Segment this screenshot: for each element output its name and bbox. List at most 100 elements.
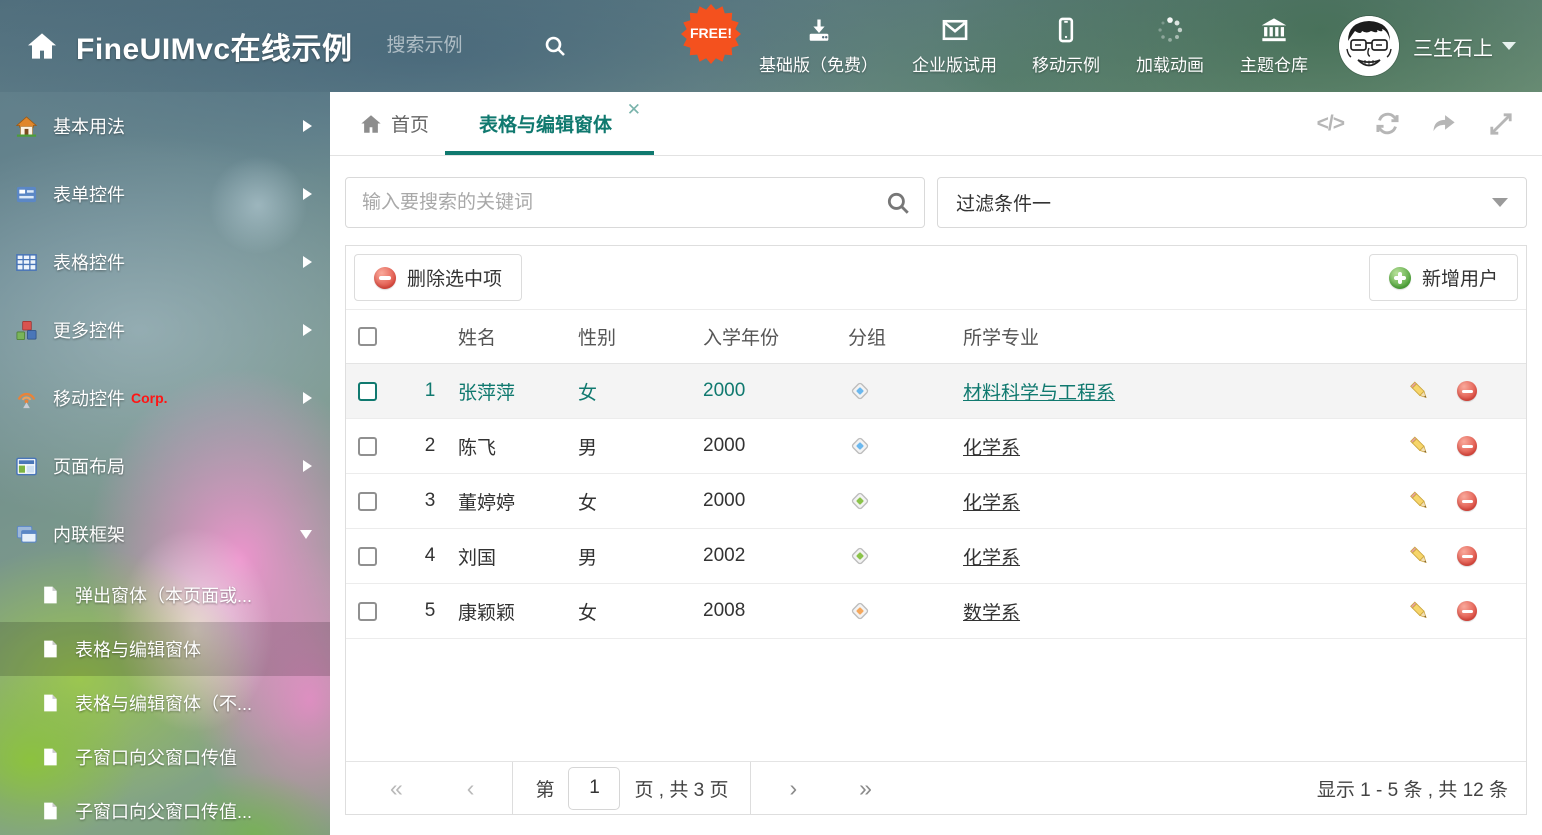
column-header-name: 姓名	[458, 323, 578, 350]
row-index: 3	[402, 490, 458, 512]
sidebar-subitem-grid-edit-window-2[interactable]: 表格与编辑窗体（不...	[0, 676, 330, 730]
row-index: 4	[402, 545, 458, 567]
first-page-button[interactable]: «	[390, 777, 401, 800]
link-label: 加载动画	[1136, 51, 1204, 76]
sidebar-subitem-label: 子窗口向父窗口传值	[75, 744, 237, 770]
sidebar-item-page-layout[interactable]: 页面布局	[0, 432, 330, 500]
fullscreen-icon[interactable]	[1488, 111, 1514, 137]
cell-year: 2000	[703, 380, 848, 402]
link-label: 移动示例	[1032, 51, 1100, 76]
tag-icon	[848, 544, 963, 568]
edit-icon[interactable]	[1408, 490, 1431, 513]
filter-dropdown[interactable]: 过滤条件一	[937, 177, 1527, 228]
search-icon[interactable]	[885, 190, 911, 216]
column-header-gender: 性别	[578, 323, 703, 350]
page-icon	[40, 801, 60, 821]
spinner-icon	[1155, 16, 1185, 44]
tag-icon	[848, 489, 963, 513]
edit-icon[interactable]	[1408, 380, 1431, 403]
edit-icon[interactable]	[1408, 545, 1431, 568]
chevron-right-icon	[303, 120, 312, 132]
column-header-group: 分组	[848, 323, 963, 350]
header-search	[387, 34, 567, 58]
link-mobile-examples[interactable]: 移动示例	[1031, 16, 1101, 76]
major-link[interactable]: 化学系	[963, 493, 1020, 514]
chevron-right-icon	[303, 324, 312, 336]
header-search-input[interactable]	[387, 35, 537, 57]
delete-selected-button[interactable]: 删除选中项	[354, 254, 522, 301]
user-menu[interactable]: 三生石上	[1413, 32, 1516, 61]
home-icon[interactable]	[26, 30, 58, 62]
page-icon	[40, 585, 60, 605]
row-checkbox[interactable]	[358, 602, 377, 621]
tag-icon	[848, 434, 963, 458]
major-link[interactable]: 材料科学与工程系	[963, 383, 1115, 404]
filter-dropdown-value: 过滤条件一	[956, 189, 1051, 216]
sidebar-subitem-popup-window[interactable]: 弹出窗体（本页面或...	[0, 568, 330, 622]
row-checkbox[interactable]	[358, 492, 377, 511]
sidebar-item-iframe[interactable]: 内联框架	[0, 500, 330, 568]
link-label: 基础版（免费）	[759, 51, 878, 76]
delete-row-icon[interactable]	[1457, 546, 1477, 566]
tab-home[interactable]: 首页	[344, 92, 445, 155]
sidebar-item-form-controls[interactable]: 表单控件	[0, 160, 330, 228]
keyword-search	[345, 177, 925, 228]
edit-icon[interactable]	[1408, 435, 1431, 458]
sidebar-item-mobile-controls[interactable]: 移动控件 Corp.	[0, 364, 330, 432]
link-enterprise-trial[interactable]: 企业版试用	[912, 16, 997, 76]
view-source-icon[interactable]: </>	[1317, 112, 1344, 136]
app-header: FineUIMvc在线示例 FREE! 基础版（免费） 企业版试用	[0, 0, 1542, 92]
select-all-checkbox[interactable]	[358, 327, 377, 346]
grid-icon	[14, 251, 38, 274]
row-checkbox[interactable]	[358, 382, 377, 401]
link-theme-repository[interactable]: 主题仓库	[1239, 16, 1309, 76]
table-row: 1 张萍萍 女 2000 材料科学与工程系	[346, 364, 1526, 419]
sidebar-item-grid-controls[interactable]: 表格控件	[0, 228, 330, 296]
major-link[interactable]: 化学系	[963, 548, 1020, 569]
tab-grid-edit-window[interactable]: 表格与编辑窗体 ✕	[445, 92, 654, 155]
table-header: 姓名 性别 入学年份 分组 所学专业	[346, 310, 1526, 364]
main-panel: 首页 表格与编辑窗体 ✕ </>	[330, 92, 1542, 835]
keyword-search-input[interactable]	[346, 178, 924, 227]
sidebar-item-more-controls[interactable]: 更多控件	[0, 296, 330, 364]
mobile-icon	[1051, 16, 1081, 44]
sidebar-item-basic-usage[interactable]: 基本用法	[0, 92, 330, 160]
cubes-icon	[14, 319, 38, 342]
link-loading-animations[interactable]: 加载动画	[1135, 16, 1205, 76]
add-user-button[interactable]: 新增用户	[1369, 254, 1518, 301]
sidebar-subitem-grid-edit-window[interactable]: 表格与编辑窗体	[0, 622, 330, 676]
delete-row-icon[interactable]	[1457, 601, 1477, 621]
grid-toolbar: 删除选中项 新增用户	[346, 246, 1526, 310]
link-basic-edition[interactable]: 基础版（免费）	[759, 16, 878, 76]
tab-bar: 首页 表格与编辑窗体 ✕ </>	[330, 92, 1542, 156]
sidebar-subitem-child-to-parent-2[interactable]: 子窗口向父窗口传值...	[0, 784, 330, 835]
cell-name: 张萍萍	[458, 378, 578, 405]
delete-row-icon[interactable]	[1457, 436, 1477, 456]
refresh-icon[interactable]	[1374, 110, 1401, 137]
column-header-major: 所学专业	[963, 323, 1408, 350]
delete-row-icon[interactable]	[1457, 491, 1477, 511]
avatar[interactable]	[1339, 16, 1399, 76]
sidebar-subitem-child-to-parent[interactable]: 子窗口向父窗口传值	[0, 730, 330, 784]
page-icon	[40, 639, 60, 659]
major-link[interactable]: 数学系	[963, 603, 1020, 624]
close-icon[interactable]: ✕	[627, 101, 641, 118]
grid-panel: 删除选中项 新增用户 姓名 性别 入学年份 分组 所学专业 1	[345, 245, 1527, 815]
row-checkbox[interactable]	[358, 547, 377, 566]
link-label: 主题仓库	[1240, 51, 1308, 76]
cell-gender: 女	[578, 488, 703, 515]
search-icon[interactable]	[543, 34, 567, 58]
page-number-input[interactable]	[568, 767, 620, 810]
next-page-button[interactable]: ›	[789, 777, 797, 800]
open-new-window-icon[interactable]	[1431, 110, 1458, 137]
sidebar-subitem-label: 弹出窗体（本页面或...	[75, 582, 252, 608]
prev-page-button[interactable]: ‹	[467, 777, 475, 800]
major-link[interactable]: 化学系	[963, 438, 1020, 459]
cell-year: 2000	[703, 435, 848, 457]
last-page-button[interactable]: »	[859, 777, 870, 800]
tab-tools: </>	[1317, 92, 1528, 155]
row-checkbox[interactable]	[358, 437, 377, 456]
delete-row-icon[interactable]	[1457, 381, 1477, 401]
edit-icon[interactable]	[1408, 600, 1431, 623]
layout-icon	[14, 455, 38, 478]
